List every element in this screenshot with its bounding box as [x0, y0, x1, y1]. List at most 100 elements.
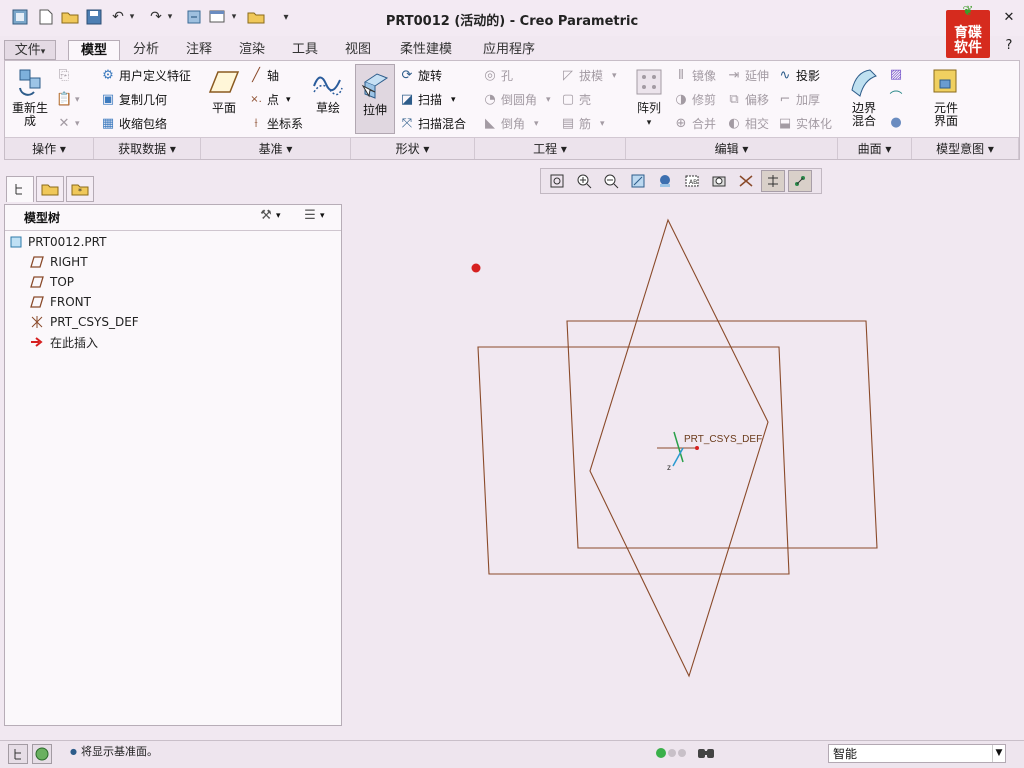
mirror-button[interactable]: ⫴ 镜像 [673, 67, 716, 84]
close-icon[interactable]: ✕ [1001, 10, 1017, 26]
tree-item-right[interactable]: RIGHT [30, 253, 88, 271]
tree-item-insert-here[interactable]: 在此插入 [30, 333, 98, 351]
regenerate-button[interactable]: 重新生成 [8, 66, 52, 128]
tab-model-tree[interactable] [6, 176, 34, 202]
trim-button[interactable]: ◑ 修剪 [673, 91, 716, 108]
merge-button[interactable]: ⊕ 合并 [673, 115, 716, 132]
pattern-button[interactable]: 阵列 ▾ [632, 66, 666, 130]
tab-tools[interactable]: 工具 [283, 40, 327, 60]
point-button[interactable]: ×. 点 ▾ [248, 91, 290, 108]
sketch-button[interactable]: 草绘 [310, 66, 346, 115]
offset-button[interactable]: ⧉ 偏移 [726, 91, 769, 108]
copy-icon[interactable]: ⎘ [56, 68, 72, 84]
chevron-down-icon[interactable]: ▼ [992, 745, 1005, 762]
axis-button[interactable]: ╱ 轴 [248, 67, 279, 84]
tab-analysis[interactable]: 分析 [124, 40, 168, 60]
group-editing[interactable]: 编辑 ▾ [626, 137, 838, 159]
thicken-button[interactable]: ⌐ 加厚 [777, 91, 820, 108]
component-interface-button[interactable]: 元件界面 [924, 66, 968, 128]
selection-filter-dropdown[interactable]: 智能 [828, 744, 1006, 763]
help-icon[interactable]: ? [1001, 38, 1017, 54]
plane-display-icon[interactable] [761, 170, 785, 192]
tree-columns-button[interactable]: ☰ ▾ [302, 208, 324, 224]
shrinkwrap-button[interactable]: ▦ 收缩包络 [100, 115, 167, 132]
delete-icon[interactable]: ✕ ▾ [56, 116, 80, 132]
project-button[interactable]: ∿ 投影 [777, 67, 820, 84]
tree-item-part[interactable]: PRT0012.PRT [10, 233, 106, 251]
tab-flexible-modeling[interactable]: 柔性建模 [389, 40, 463, 60]
thicken-icon: ⌐ [779, 91, 791, 107]
tab-applications[interactable]: 应用程序 [472, 40, 546, 60]
tab-folder-browser[interactable] [36, 176, 64, 202]
model-tree-title: 模型树 [24, 211, 61, 225]
axis-label: z [667, 463, 671, 472]
udf-button[interactable]: ⚙ 用户定义特征 [100, 67, 191, 84]
zoom-in-icon[interactable] [572, 170, 596, 192]
model-tree-icon [15, 183, 22, 194]
chamfer-button[interactable]: ◣ 倒角 ▾ [482, 115, 539, 132]
group-shapes[interactable]: 形状 ▾ [351, 137, 475, 159]
copy-geometry-button[interactable]: ▣ 复制几何 [100, 91, 167, 108]
extend-button[interactable]: ⇥ 延伸 [726, 67, 769, 84]
csys-button[interactable]: ⟊ 坐标系 [248, 115, 303, 132]
datum-plane-icon [30, 256, 44, 268]
svg-text:*: * [78, 187, 82, 196]
tree-settings-button[interactable]: ⚒ ▾ [258, 208, 280, 224]
group-engineering[interactable]: 工程 ▾ [475, 137, 626, 159]
draft-button[interactable]: ◸ 拔模 ▾ [560, 67, 617, 84]
revolve-button[interactable]: ⟳ 旋转 [399, 67, 442, 84]
list-icon: ☰ [304, 208, 316, 223]
display-style-icon[interactable] [653, 170, 677, 192]
find-icon[interactable] [694, 743, 718, 763]
globe-icon [35, 747, 49, 761]
csys-icon: ⟊ [254, 115, 258, 131]
fill-surface-icon[interactable]: ▨ [888, 67, 904, 83]
tree-item-csys[interactable]: PRT_CSYS_DEF [30, 313, 139, 331]
window-title: PRT0012 (活动的) - Creo Parametric [385, 14, 639, 29]
info-bullet-icon: ● [70, 746, 77, 756]
swept-blend-icon: ⤧ [401, 115, 413, 131]
intersect-button[interactable]: ◐ 相交 [726, 115, 769, 132]
show-navigator-button[interactable] [8, 744, 28, 764]
tree-item-front[interactable]: FRONT [30, 293, 91, 311]
rib-button[interactable]: ▤ 筋 ▾ [560, 115, 605, 132]
paste-icon[interactable]: 📋 ▾ [56, 92, 80, 108]
repaint-icon[interactable] [626, 170, 650, 192]
boundary-blend-button[interactable]: 边界混合 [844, 66, 884, 128]
project-icon: ∿ [779, 67, 791, 83]
show-browser-button[interactable] [32, 744, 52, 764]
plane-button[interactable]: 平面 [204, 66, 244, 115]
tab-favorites[interactable]: * [66, 176, 94, 202]
saved-orientations-icon[interactable]: AB [680, 170, 704, 192]
shell-button[interactable]: ▢ 壳 [560, 91, 591, 108]
graphics-window[interactable]: PRT_CSYS_DEF z [345, 200, 1020, 735]
solidify-button[interactable]: ⬓ 实体化 [777, 115, 832, 132]
swept-blend-button[interactable]: ⤧ 扫描混合 [399, 115, 466, 132]
round-button[interactable]: ◔ 倒圆角 ▾ [482, 91, 550, 108]
group-model-intent[interactable]: 模型意图 ▾ [912, 137, 1019, 159]
tab-annotate[interactable]: 注释 [177, 40, 221, 60]
tree-item-top[interactable]: TOP [30, 273, 74, 291]
sphere-surface-icon[interactable]: ● [888, 115, 904, 131]
extrude-button[interactable]: 拉伸 [355, 64, 395, 134]
brand-logo: ❦ 育碟 软件 [946, 4, 990, 58]
group-datum[interactable]: 基准 ▾ [201, 137, 351, 159]
sweep-button[interactable]: ◪ 扫描 ▾ [399, 91, 456, 108]
group-surfaces[interactable]: 曲面 ▾ [838, 137, 912, 159]
freestyle-icon[interactable]: ⌒ [888, 91, 904, 107]
view-manager-icon[interactable] [707, 170, 731, 192]
point-display-icon[interactable] [788, 170, 812, 192]
refit-icon[interactable] [545, 170, 569, 192]
zoom-out-icon[interactable] [599, 170, 623, 192]
tab-view[interactable]: 视图 [336, 40, 380, 60]
annotation-display-icon[interactable] [734, 170, 758, 192]
tab-render[interactable]: 渲染 [230, 40, 274, 60]
group-get-data[interactable]: 获取数据 ▾ [94, 137, 201, 159]
tab-file[interactable]: 文件▾ [4, 40, 56, 60]
sweep-icon: ◪ [400, 91, 414, 107]
svg-text:AB: AB [689, 179, 697, 186]
hole-button[interactable]: ◎ 孔 [482, 67, 513, 84]
intersect-icon: ◐ [728, 115, 740, 131]
tab-model[interactable]: 模型 [68, 40, 120, 62]
group-operations[interactable]: 操作 ▾ [5, 137, 94, 159]
